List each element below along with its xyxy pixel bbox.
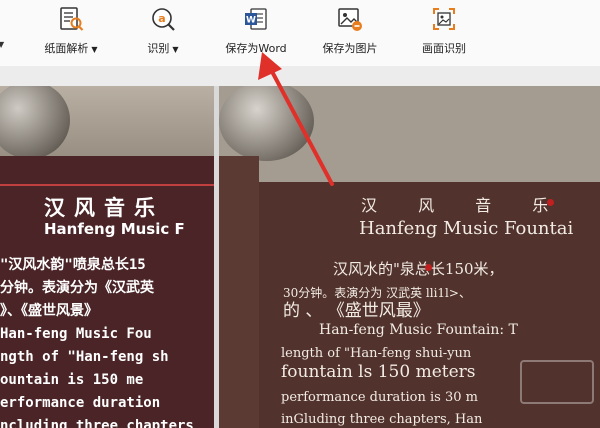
annotation-arrow: [258, 52, 334, 186]
